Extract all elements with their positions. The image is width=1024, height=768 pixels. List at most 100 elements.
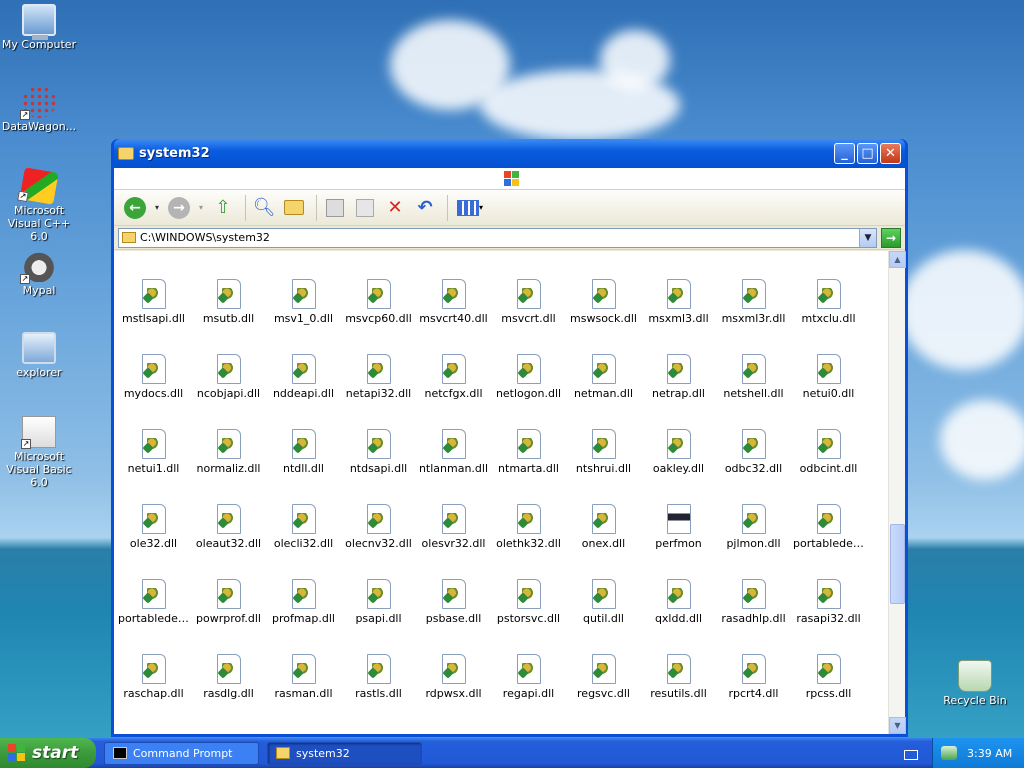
- forward-button[interactable]: →: [166, 195, 192, 221]
- taskbar-button-system32[interactable]: system32: [267, 741, 422, 765]
- file-item[interactable]: rasadhlp.dll: [716, 575, 791, 650]
- file-item[interactable]: olecnv32.dll: [341, 500, 416, 575]
- scroll-up-button[interactable]: ▲: [889, 251, 906, 268]
- file-item[interactable]: powrprof.dll: [191, 575, 266, 650]
- desktop-icon-explorer[interactable]: explorer: [0, 332, 78, 379]
- move-to-button[interactable]: [322, 195, 348, 221]
- address-dropdown-button[interactable]: ▼: [859, 228, 876, 247]
- file-list-pane[interactable]: mstlsapi.dll msutb.dll msv1_0.dll msvcp60.d…: [114, 251, 888, 734]
- file-item[interactable]: rasapi32.dll: [791, 575, 866, 650]
- file-item[interactable]: ntlanman.dll: [416, 425, 491, 500]
- file-item[interactable]: msvcp60.dll: [341, 275, 416, 350]
- scroll-thumb[interactable]: [890, 524, 905, 604]
- file-item[interactable]: msutb.dll: [191, 275, 266, 350]
- file-item[interactable]: pjlmon.dll: [716, 500, 791, 575]
- vertical-scrollbar[interactable]: ▲ ▼: [888, 251, 906, 734]
- file-item[interactable]: perfmon: [641, 500, 716, 575]
- back-button[interactable]: ←: [122, 195, 148, 221]
- file-item[interactable]: ncobjapi.dll: [191, 350, 266, 425]
- file-item[interactable]: normaliz.dll: [191, 425, 266, 500]
- views-button[interactable]: ▾: [453, 195, 487, 221]
- back-dropdown-button[interactable]: ▾: [152, 195, 162, 221]
- undo-button[interactable]: ↶: [412, 195, 438, 221]
- file-item[interactable]: nddeapi.dll: [266, 350, 341, 425]
- file-item[interactable]: ole32.dll: [116, 500, 191, 575]
- close-button[interactable]: ✕: [880, 143, 901, 164]
- taskbar-button-command-prompt[interactable]: Command Prompt: [104, 741, 259, 765]
- file-item[interactable]: rastls.dll: [341, 650, 416, 725]
- start-button[interactable]: start: [0, 738, 96, 768]
- file-item[interactable]: qutil.dll: [566, 575, 641, 650]
- file-item[interactable]: regsvc.dll: [566, 650, 641, 725]
- maximize-button[interactable]: □: [857, 143, 878, 164]
- file-item[interactable]: profmap.dll: [266, 575, 341, 650]
- file-item[interactable]: rdpwsx.dll: [416, 650, 491, 725]
- forward-dropdown-button[interactable]: ▾: [196, 195, 206, 221]
- file-item[interactable]: netman.dll: [566, 350, 641, 425]
- file-item[interactable]: netshell.dll: [716, 350, 791, 425]
- file-item[interactable]: msxml3.dll: [641, 275, 716, 350]
- desktop-icon-recycle-bin[interactable]: Recycle Bin: [936, 660, 1014, 707]
- file-item[interactable]: odbc32.dll: [716, 425, 791, 500]
- file-item[interactable]: netapi32.dll: [341, 350, 416, 425]
- minimize-button[interactable]: _: [834, 143, 855, 164]
- folders-button[interactable]: [281, 195, 307, 221]
- copy-to-button[interactable]: [352, 195, 378, 221]
- desktop-icon-visual-cpp[interactable]: ↗ Microsoft Visual C++ 6.0: [0, 167, 78, 243]
- dll-file-icon: [516, 504, 541, 534]
- file-item[interactable]: raschap.dll: [116, 650, 191, 725]
- file-item[interactable]: olesvr32.dll: [416, 500, 491, 575]
- file-item[interactable]: ntdsapi.dll: [341, 425, 416, 500]
- go-button[interactable]: →: [881, 227, 901, 248]
- desktop-icon-mypal[interactable]: ↗ Mypal: [0, 250, 78, 297]
- file-item[interactable]: mswsock.dll: [566, 275, 641, 350]
- address-field[interactable]: ▼: [118, 227, 877, 248]
- file-item[interactable]: resutils.dll: [641, 650, 716, 725]
- file-item[interactable]: msvcrt40.dll: [416, 275, 491, 350]
- file-item[interactable]: oakley.dll: [641, 425, 716, 500]
- address-input[interactable]: [140, 231, 859, 244]
- file-item[interactable]: netui1.dll: [116, 425, 191, 500]
- desktop-icon-visual-basic[interactable]: ↗ Microsoft Visual Basic 6.0: [0, 416, 78, 489]
- scroll-down-button[interactable]: ▼: [889, 717, 906, 734]
- file-item[interactable]: olecli32.dll: [266, 500, 341, 575]
- file-item[interactable]: odbcint.dll: [791, 425, 866, 500]
- file-name: msvcrt40.dll: [419, 312, 488, 325]
- file-name: ncobjapi.dll: [196, 387, 261, 400]
- window-titlebar[interactable]: system32 _ □ ✕: [114, 139, 905, 168]
- up-button[interactable]: ⇧: [210, 195, 236, 221]
- search-button[interactable]: 🔍︎: [251, 195, 277, 221]
- file-item[interactable]: qxldd.dll: [641, 575, 716, 650]
- file-item[interactable]: msxml3r.dll: [716, 275, 791, 350]
- safely-remove-hardware-icon[interactable]: [941, 746, 957, 760]
- file-item[interactable]: rasdlg.dll: [191, 650, 266, 725]
- file-item[interactable]: ntmarta.dll: [491, 425, 566, 500]
- file-item[interactable]: onex.dll: [566, 500, 641, 575]
- file-item[interactable]: portabledev...: [791, 500, 866, 575]
- file-item[interactable]: netui0.dll: [791, 350, 866, 425]
- file-item[interactable]: pstorsvc.dll: [491, 575, 566, 650]
- file-item[interactable]: psbase.dll: [416, 575, 491, 650]
- file-item[interactable]: rasman.dll: [266, 650, 341, 725]
- keyboard-icon[interactable]: [904, 750, 918, 760]
- file-item[interactable]: rpcss.dll: [791, 650, 866, 725]
- file-item[interactable]: ntdll.dll: [266, 425, 341, 500]
- file-item[interactable]: mydocs.dll: [116, 350, 191, 425]
- file-item[interactable]: portabledev...: [116, 575, 191, 650]
- file-item[interactable]: mstlsapi.dll: [116, 275, 191, 350]
- desktop-icon-my-computer[interactable]: My Computer: [0, 4, 78, 51]
- desktop-icon-datawagon[interactable]: ↗ DataWagon...: [0, 86, 78, 133]
- file-item[interactable]: rpcrt4.dll: [716, 650, 791, 725]
- file-item[interactable]: netlogon.dll: [491, 350, 566, 425]
- file-item[interactable]: msvcrt.dll: [491, 275, 566, 350]
- file-item[interactable]: netcfgx.dll: [416, 350, 491, 425]
- file-item[interactable]: netrap.dll: [641, 350, 716, 425]
- file-item[interactable]: oleaut32.dll: [191, 500, 266, 575]
- file-item[interactable]: olethk32.dll: [491, 500, 566, 575]
- file-item[interactable]: ntshrui.dll: [566, 425, 641, 500]
- delete-button[interactable]: ✕: [382, 195, 408, 221]
- file-item[interactable]: msv1_0.dll: [266, 275, 341, 350]
- file-item[interactable]: mtxclu.dll: [791, 275, 866, 350]
- file-item[interactable]: regapi.dll: [491, 650, 566, 725]
- file-item[interactable]: psapi.dll: [341, 575, 416, 650]
